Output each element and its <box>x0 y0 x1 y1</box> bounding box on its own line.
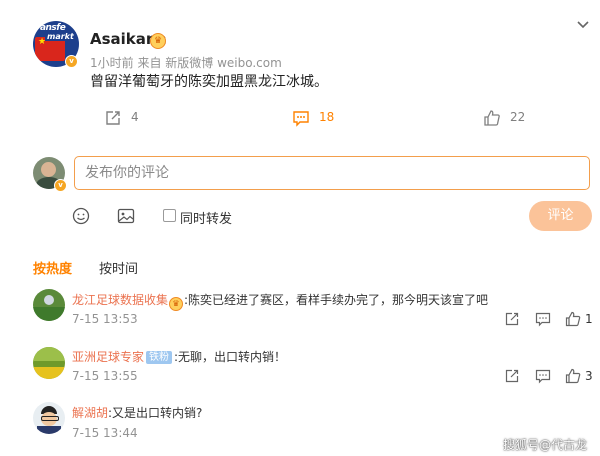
comment-icon[interactable] <box>535 368 551 384</box>
comment-button[interactable]: 18 <box>292 108 342 128</box>
tab-sort-by-time[interactable]: 按时间 <box>99 258 138 277</box>
comment-username[interactable]: 亚洲足球专家 <box>72 350 144 364</box>
like-button[interactable]: 22 <box>483 108 533 128</box>
comment-count: 18 <box>319 110 335 124</box>
comment-username[interactable]: 解湖胡 <box>72 406 108 420</box>
like-count: 1 <box>585 312 593 326</box>
image-icon[interactable] <box>117 207 135 225</box>
verified-badge-icon: v <box>65 55 78 68</box>
avatar-logo-bottom: markt <box>45 32 76 41</box>
comment-time: 7-15 13:53 <box>72 312 138 326</box>
repost-icon[interactable] <box>504 311 520 327</box>
vip-crown-icon: ♛ <box>169 297 184 311</box>
commenter-avatar[interactable] <box>33 402 65 434</box>
comment-icon <box>293 111 309 127</box>
emoji-icon[interactable] <box>72 207 90 225</box>
verified-badge-icon: v <box>54 179 67 192</box>
vip-crown-icon: ♛ <box>150 33 166 49</box>
chevron-down-icon[interactable] <box>576 20 590 30</box>
comment-content: :陈奕已经进了赛区，看样手续办完了，那今明天该宣了吧 <box>184 293 489 307</box>
comment-time: 7-15 13:44 <box>72 426 138 440</box>
repost-checkbox-label[interactable]: 同时转发 <box>180 208 232 227</box>
like-count: 3 <box>585 369 593 383</box>
comment-content: :又是出口转内销? <box>108 406 203 420</box>
comment-text: 龙江足球数据收集 ♛:陈奕已经进了赛区，看样手续办完了，那今明天该宣了吧 <box>72 291 488 311</box>
comment-input[interactable] <box>74 156 590 190</box>
repost-icon <box>106 111 120 125</box>
thumbs-up-icon[interactable] <box>565 311 581 327</box>
watermark: 搜狐号@代古龙 <box>503 438 588 452</box>
comment-content: :无聊，出口转内销！ <box>174 350 287 364</box>
post-meta: 1小时前 来自 新版微博 weibo.com <box>90 56 282 70</box>
comment-icon[interactable] <box>535 311 551 327</box>
repost-icon[interactable] <box>504 368 520 384</box>
fan-badge: 铁粉 <box>146 351 173 364</box>
repost-button[interactable]: 4 <box>104 108 154 128</box>
submit-comment-button[interactable]: 评论 <box>529 201 592 231</box>
commenter-avatar[interactable] <box>33 347 65 379</box>
commenter-avatar[interactable] <box>33 289 65 321</box>
thumbs-up-icon[interactable] <box>565 368 581 384</box>
comment-username[interactable]: 龙江足球数据收集 <box>72 293 168 307</box>
comment-text: 亚洲足球专家 铁粉:无聊，出口转内销！ <box>72 348 286 365</box>
thumbs-up-icon <box>484 110 500 126</box>
comment-time: 7-15 13:55 <box>72 369 138 383</box>
comment-text: 解湖胡:又是出口转内销? <box>72 404 202 421</box>
repost-checkbox[interactable] <box>163 209 176 222</box>
tab-sort-by-hot[interactable]: 按热度 <box>33 258 72 277</box>
repost-count: 4 <box>131 110 139 124</box>
post-content: 曾留洋葡萄牙的陈奕加盟黑龙江冰城。 <box>90 74 328 90</box>
like-count: 22 <box>510 110 526 124</box>
